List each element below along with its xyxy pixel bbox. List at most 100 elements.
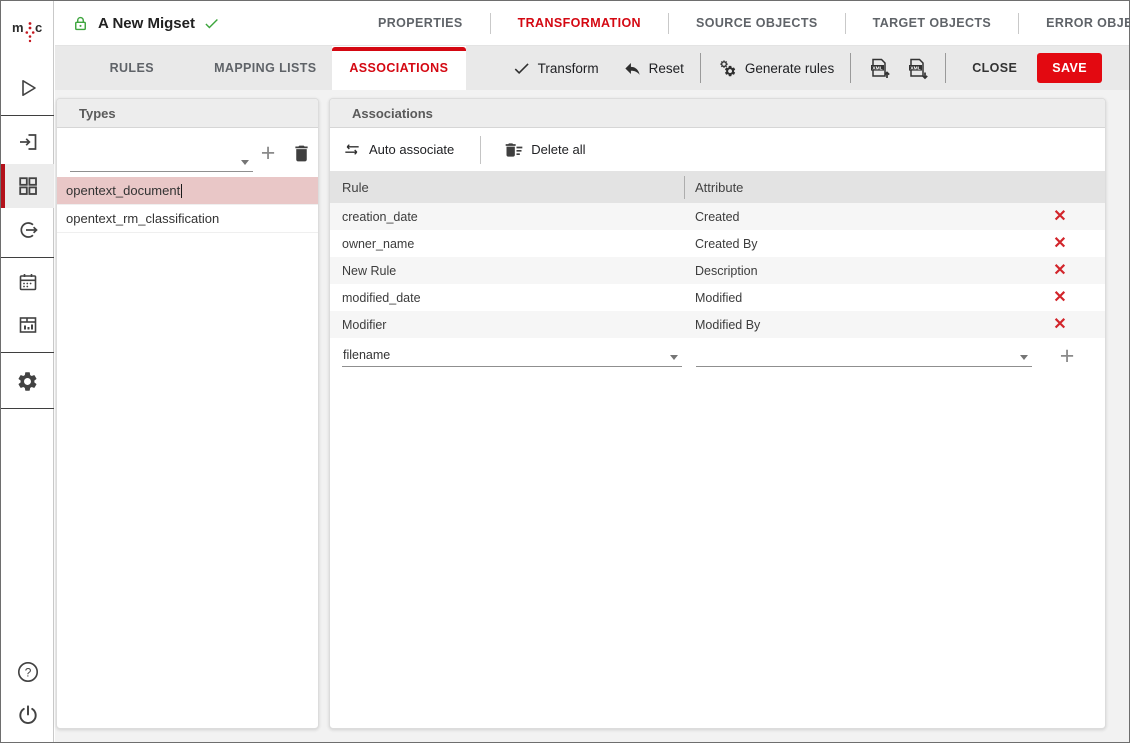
ribbon-divider (945, 53, 946, 83)
remove-association-button[interactable]: ✕ (1053, 209, 1066, 225)
associations-toolbar: Auto associate Delete all (330, 128, 1105, 171)
attribute-cell: Created By (684, 237, 1015, 251)
gear-icon (16, 370, 39, 393)
reset-button[interactable]: Reset (623, 59, 684, 78)
svg-text:XML: XML (911, 65, 921, 71)
check-icon (203, 15, 220, 32)
associations-panel-title: Associations (352, 106, 433, 121)
new-rule-select[interactable]: filename (342, 345, 682, 367)
remove-association-button[interactable]: ✕ (1053, 263, 1066, 279)
report-chart-icon (16, 313, 40, 337)
associations-table-header: Rule Attribute (330, 171, 1105, 203)
export-xml-button[interactable]: XML (905, 56, 929, 80)
calendar-icon (16, 270, 40, 294)
migset-name: A New Migset (98, 15, 195, 32)
types-controls: + (57, 128, 318, 177)
rule-cell: creation_date (330, 210, 684, 224)
new-attribute-select[interactable] (696, 345, 1032, 367)
app-logo: m c (1, 11, 54, 51)
transform-label: Transform (538, 61, 599, 76)
play-icon (16, 76, 40, 100)
add-association-button[interactable]: + (1054, 344, 1080, 369)
xml-download-icon: XML (905, 56, 929, 80)
remove-association-button[interactable]: ✕ (1053, 290, 1066, 306)
type-name: opentext_document (66, 183, 180, 198)
top-tab-bar: PROPERTIES TRANSFORMATION SOURCE OBJECTS… (351, 1, 1130, 45)
power-icon (15, 702, 41, 728)
auto-associate-label: Auto associate (369, 142, 454, 157)
remove-association-button[interactable]: ✕ (1053, 317, 1066, 333)
type-name: opentext_rm_classification (66, 211, 219, 226)
close-button[interactable]: CLOSE (962, 53, 1027, 83)
sidebar-item-settings[interactable] (1, 359, 54, 403)
tab-rules[interactable]: RULES (65, 46, 199, 90)
tab-source-objects[interactable]: SOURCE OBJECTS (669, 16, 845, 30)
delete-type-button[interactable] (291, 143, 312, 164)
rule-cell: Modifier (330, 318, 684, 332)
content-area: Types + opentext_document (55, 90, 1129, 742)
type-list-item[interactable]: opentext_document (57, 177, 318, 205)
delete-sweep-icon (504, 140, 524, 160)
sidebar-divider (1, 257, 54, 258)
svg-text:c: c (35, 20, 42, 35)
type-select[interactable] (70, 150, 253, 172)
tab-mapping-lists[interactable]: MAPPING LISTS (199, 46, 333, 90)
attribute-cell: Modified (684, 291, 1015, 305)
toolbar-divider (480, 136, 481, 164)
ribbon-divider (850, 53, 851, 83)
add-type-button[interactable]: + (255, 141, 281, 166)
association-row: Modifier Modified By ✕ (330, 311, 1105, 338)
type-list-item[interactable]: opentext_rm_classification (57, 205, 318, 233)
trash-icon (291, 143, 312, 164)
new-association-row: filename + (330, 338, 1105, 374)
main-area: A New Migset PROPERTIES TRANSFORMATION S… (55, 1, 1129, 742)
text-cursor (181, 184, 182, 198)
tab-transformation[interactable]: TRANSFORMATION (491, 16, 668, 30)
check-icon (512, 59, 531, 78)
export-icon (16, 218, 40, 242)
ribbon-actions: Transform Reset (512, 53, 1129, 83)
tab-error-objects[interactable]: ERROR OBJECTS (1019, 16, 1130, 30)
delete-all-label: Delete all (531, 142, 585, 157)
tab-associations[interactable]: ASSOCIATIONS (332, 46, 466, 90)
grid-icon (16, 174, 40, 198)
sidebar-divider (1, 352, 54, 353)
undo-arrow-icon (623, 59, 642, 78)
import-xml-button[interactable]: XML (867, 56, 891, 80)
title-bar: A New Migset PROPERTIES TRANSFORMATION S… (55, 1, 1129, 46)
sidebar-item-import[interactable] (1, 120, 54, 164)
run-migration-button[interactable] (1, 66, 54, 110)
sidebar-item-export[interactable] (1, 208, 54, 252)
sidebar-item-scheduler[interactable] (1, 260, 54, 304)
help-icon: ? (15, 659, 41, 685)
delete-all-button[interactable]: Delete all (504, 140, 585, 160)
remove-association-button[interactable]: ✕ (1053, 236, 1066, 252)
association-row: New Rule Description ✕ (330, 257, 1105, 284)
column-header-attribute: Attribute (685, 180, 1105, 195)
tab-target-objects[interactable]: TARGET OBJECTS (846, 16, 1019, 30)
attribute-cell: Description (684, 264, 1015, 278)
logout-button[interactable] (1, 693, 54, 737)
svg-text:XML: XML (873, 65, 883, 71)
migset-title-group: A New Migset (55, 14, 351, 33)
sidebar-item-migsets[interactable] (1, 164, 54, 208)
help-button[interactable]: ? (1, 650, 54, 694)
tab-properties[interactable]: PROPERTIES (351, 16, 490, 30)
svg-text:m: m (12, 20, 24, 35)
rule-cell: New Rule (330, 264, 684, 278)
auto-associate-button[interactable]: Auto associate (342, 140, 454, 160)
sidebar-item-reports[interactable] (1, 303, 54, 347)
xml-upload-icon: XML (867, 56, 891, 80)
association-row: owner_name Created By ✕ (330, 230, 1105, 257)
attribute-cell: Created (684, 210, 1015, 224)
save-button[interactable]: SAVE (1037, 53, 1102, 83)
types-panel-title: Types (79, 106, 116, 121)
import-icon (16, 130, 40, 154)
new-rule-value: filename (343, 348, 390, 362)
migration-center-logo-icon: m c (10, 14, 46, 48)
associations-panel-header: Associations (330, 99, 1105, 128)
generate-rules-button[interactable]: Generate rules (717, 58, 834, 79)
transform-button[interactable]: Transform (512, 59, 599, 78)
column-header-rule: Rule (330, 180, 684, 195)
svg-text:?: ? (24, 665, 31, 679)
